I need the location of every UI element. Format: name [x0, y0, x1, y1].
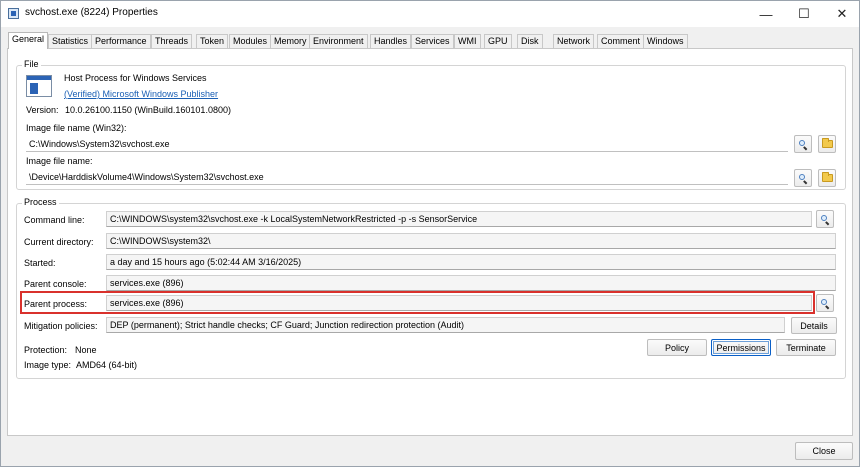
magnifier-icon — [798, 139, 808, 150]
process-group-label: Process — [22, 197, 59, 207]
open-folder-win32-button[interactable] — [818, 135, 836, 153]
started-field[interactable]: a day and 15 hours ago (5:02:44 AM 3/16/… — [106, 254, 836, 270]
window-title: svchost.exe (8224) Properties — [25, 7, 158, 18]
current-directory-label: Current directory: — [24, 237, 94, 247]
app-icon — [8, 8, 19, 19]
protection-value: None — [75, 345, 97, 355]
image-type-value: AMD64 (64-bit) — [76, 360, 138, 370]
mitigation-policies-label: Mitigation policies: — [24, 321, 98, 331]
inspect-command-line-button[interactable] — [816, 210, 834, 228]
tab-statistics[interactable]: Statistics — [48, 34, 93, 48]
tab-threads[interactable]: Threads — [151, 34, 193, 48]
tab-disk[interactable]: Disk — [517, 34, 543, 48]
tab-performance[interactable]: Performance — [91, 34, 151, 48]
magnifier-icon — [798, 173, 808, 184]
tab-strip: General Statistics Performance Threads T… — [8, 32, 854, 49]
tab-memory[interactable]: Memory — [270, 34, 311, 48]
tab-handles[interactable]: Handles — [370, 34, 412, 48]
image-file-native-label: Image file name: — [26, 156, 93, 166]
inspect-win32-button[interactable] — [794, 135, 812, 153]
started-label: Started: — [24, 258, 56, 268]
tab-modules[interactable]: Modules — [229, 34, 272, 48]
image-file-win32-label: Image file name (Win32): — [26, 123, 127, 133]
parent-process-label: Parent process: — [24, 299, 88, 309]
properties-window: svchost.exe (8224) Properties — ☐ ✕ Gene… — [0, 0, 860, 467]
parent-console-label: Parent console: — [24, 279, 87, 289]
tab-general[interactable]: General — [8, 32, 49, 49]
magnifier-icon — [820, 298, 830, 309]
magnifier-icon — [820, 214, 830, 225]
version-label: Version: — [26, 105, 59, 115]
tab-wmi[interactable]: WMI — [454, 34, 481, 48]
image-type-label: Image type: — [24, 360, 72, 370]
folder-icon — [821, 172, 833, 182]
command-line-field[interactable]: C:\WINDOWS\system32\svchost.exe -k Local… — [106, 211, 812, 227]
close-window-button[interactable]: ✕ — [819, 1, 860, 27]
title-bar: svchost.exe (8224) Properties — ☐ ✕ — [1, 1, 859, 27]
tab-gpu[interactable]: GPU — [484, 34, 512, 48]
policy-button[interactable]: Policy — [647, 339, 707, 356]
image-file-win32-field[interactable]: C:\Windows\System32\svchost.exe — [26, 137, 788, 152]
service-host-icon — [26, 75, 52, 97]
permissions-button[interactable]: Permissions — [711, 339, 771, 356]
terminate-button[interactable]: Terminate — [776, 339, 836, 356]
tab-content-general: File Host Process for Windows Services (… — [7, 48, 853, 436]
parent-console-field[interactable]: services.exe (896) — [106, 275, 836, 291]
image-file-native-field[interactable]: \Device\HarddiskVolume4\Windows\System32… — [26, 170, 788, 185]
file-description: Host Process for Windows Services — [64, 73, 207, 83]
command-line-label: Command line: — [24, 215, 85, 225]
protection-label: Protection: — [24, 345, 68, 355]
file-group-label: File — [22, 59, 41, 69]
open-folder-native-button[interactable] — [818, 169, 836, 187]
folder-icon — [821, 138, 833, 148]
publisher-link[interactable]: (Verified) Microsoft Windows Publisher — [64, 89, 218, 99]
inspect-native-button[interactable] — [794, 169, 812, 187]
tab-token[interactable]: Token — [196, 34, 229, 48]
close-button[interactable]: Close — [795, 442, 853, 460]
tab-windows[interactable]: Windows — [643, 34, 688, 48]
tab-environment[interactable]: Environment — [309, 34, 368, 48]
tab-services[interactable]: Services — [411, 34, 454, 48]
inspect-parent-process-button[interactable] — [816, 294, 834, 312]
current-directory-field[interactable]: C:\WINDOWS\system32\ — [106, 233, 836, 249]
details-button[interactable]: Details — [791, 317, 837, 334]
version-value: 10.0.26100.1150 (WinBuild.160101.0800) — [65, 105, 231, 115]
tab-comment[interactable]: Comment — [597, 34, 645, 48]
mitigation-policies-field[interactable]: DEP (permanent); Strict handle checks; C… — [106, 317, 785, 333]
tab-network[interactable]: Network — [553, 34, 595, 48]
parent-process-field[interactable]: services.exe (896) — [106, 295, 812, 311]
